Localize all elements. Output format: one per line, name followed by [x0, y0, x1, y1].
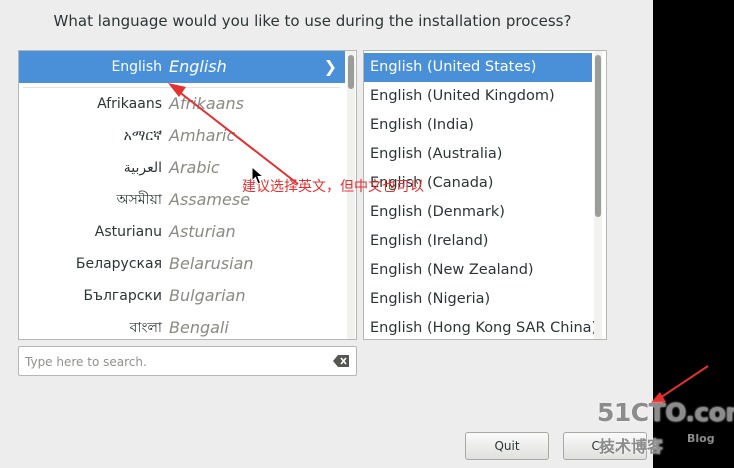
watermark-logo-text: 51CTO.com [597, 398, 734, 427]
watermark: 51CTO.com 技术博客 Blog [595, 398, 734, 462]
mouse-cursor-icon [251, 166, 265, 185]
watermark-subtitle: 技术博客 [599, 437, 664, 456]
watermark-blog: Blog [687, 432, 715, 445]
annotation-text: 建议选择英文，但中文也可以 [242, 179, 424, 195]
